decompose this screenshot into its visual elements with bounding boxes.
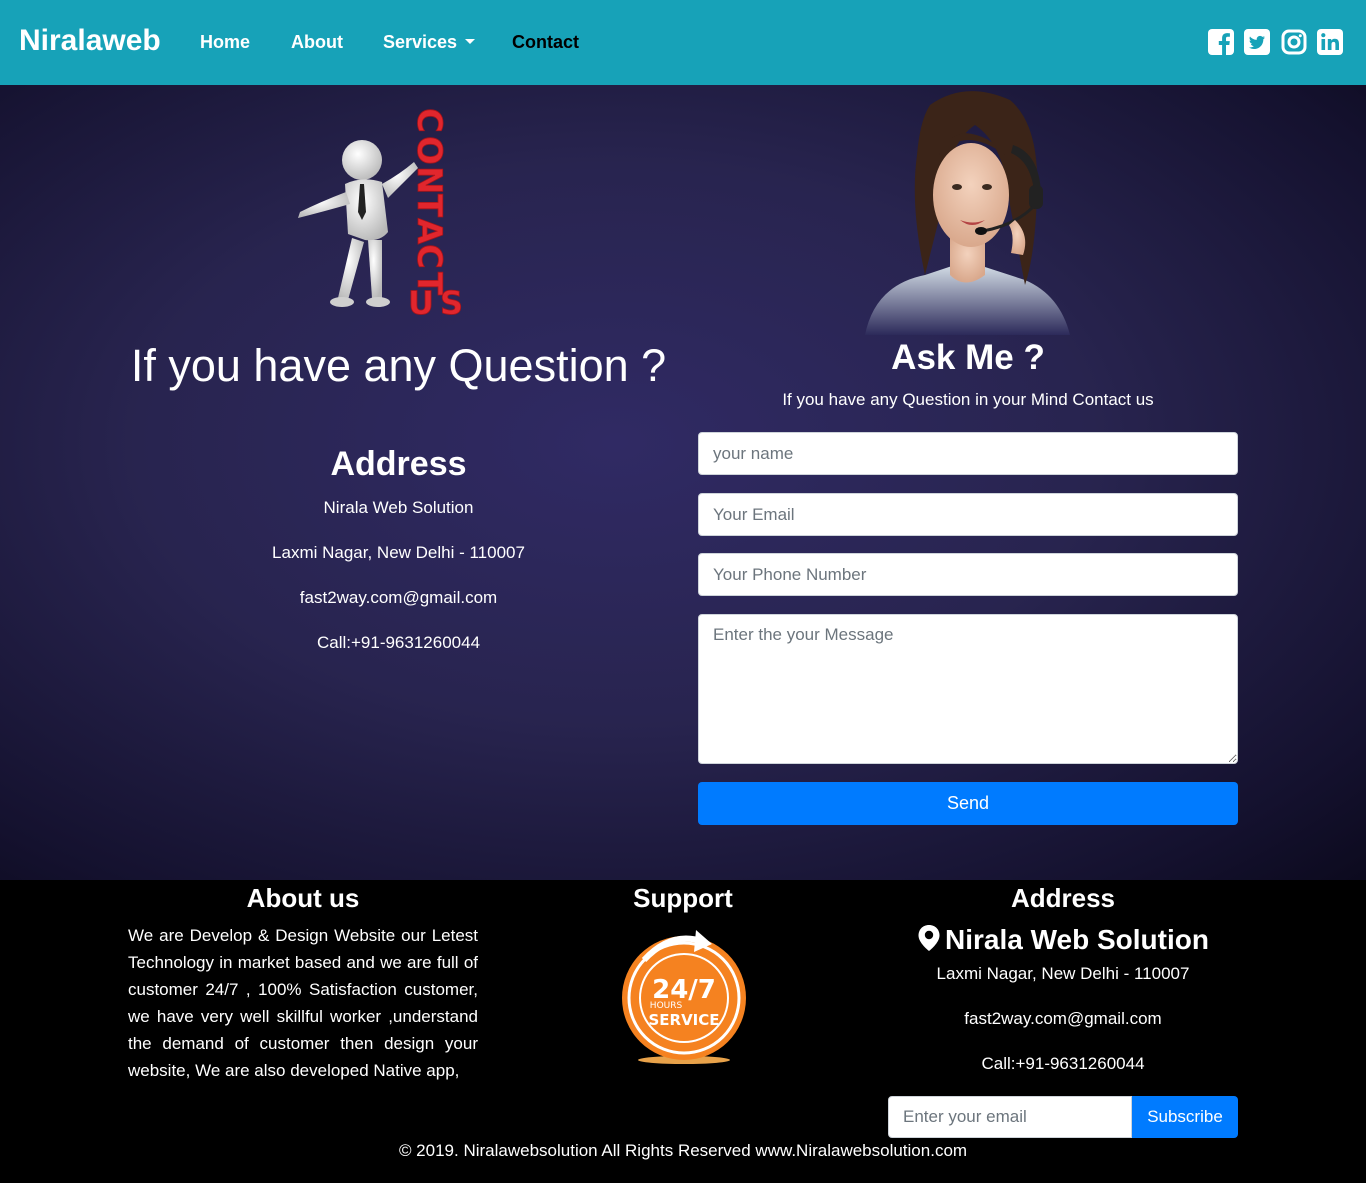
svg-text:T: T — [409, 194, 449, 218]
address-location: Laxmi Nagar, New Delhi - 110007 — [272, 543, 525, 562]
send-button[interactable]: Send — [698, 782, 1238, 825]
contact-us-illustration: C O N T A C T U S — [298, 108, 463, 322]
svg-text:A: A — [409, 218, 449, 245]
svg-text:N: N — [409, 166, 449, 194]
message-textarea[interactable] — [698, 614, 1238, 764]
nav-contact[interactable]: Contact — [512, 32, 579, 53]
phone-input[interactable] — [698, 553, 1238, 596]
footer-address-heading: Address — [1010, 883, 1116, 913]
footer: About us We are Develop & Design Website… — [0, 880, 1366, 1183]
svg-text:U: U — [408, 284, 434, 322]
contact-hero: C O N T A C T U S If you have any Questi… — [0, 85, 1366, 880]
footer-address-phone: Call:+91-9631260044 — [981, 1054, 1145, 1073]
address-heading: Address — [330, 445, 467, 483]
copyright: © 2019. Niralawebsolution All Rights Res… — [398, 1141, 968, 1160]
nav-home[interactable]: Home — [200, 32, 250, 53]
about-us-text: We are Develop & Design Website our Lete… — [128, 926, 478, 1080]
ask-me-heading: Ask Me ? — [891, 338, 1045, 377]
question-heading: If you have any Question ? — [130, 340, 667, 391]
subscribe-email-input[interactable] — [888, 1096, 1132, 1138]
address-company: Nirala Web Solution — [323, 498, 474, 517]
linkedin-icon[interactable] — [1316, 28, 1344, 56]
twitter-icon[interactable] — [1243, 28, 1271, 56]
address-email: fast2way.com@gmail.com — [299, 588, 498, 607]
brand-logo[interactable]: Niralaweb — [19, 24, 161, 58]
instagram-icon[interactable] — [1280, 28, 1308, 56]
subscribe-button[interactable]: Subscribe — [1132, 1096, 1238, 1138]
footer-address-email: fast2way.com@gmail.com — [964, 1009, 1162, 1028]
svg-text:S: S — [440, 284, 463, 322]
facebook-icon[interactable] — [1207, 28, 1235, 56]
nav-services-label: Services — [383, 32, 458, 52]
name-input[interactable] — [698, 432, 1238, 475]
svg-text:C: C — [409, 108, 449, 133]
footer-address-location: Laxmi Nagar, New Delhi - 110007 — [936, 964, 1190, 983]
support-heading: Support — [633, 883, 733, 913]
nav-services-dropdown[interactable]: Services — [383, 32, 476, 53]
support-24-7-badge: 24/7 HOURS SERVICE — [622, 930, 746, 1064]
badge-hours-text: HOURS — [650, 1001, 683, 1011]
about-us-heading: About us — [246, 883, 360, 913]
svg-text:C: C — [409, 244, 449, 269]
svg-text:O: O — [409, 136, 449, 165]
map-marker-icon — [918, 925, 940, 951]
address-phone: Call:+91-9631260044 — [316, 633, 481, 652]
support-agent-photo — [865, 91, 1070, 335]
nav-about[interactable]: About — [291, 32, 343, 53]
badge-service-text: SERVICE — [648, 1011, 719, 1029]
email-input[interactable] — [698, 493, 1238, 536]
navbar: Niralaweb Home About Services Contact — [0, 0, 1366, 85]
caret-down-icon — [465, 38, 476, 44]
footer-company: Nirala Web Solution — [888, 924, 1238, 956]
footer-company-name: Nirala Web Solution — [945, 924, 1209, 955]
ask-me-subheading: If you have any Question in your Mind Co… — [782, 390, 1154, 409]
